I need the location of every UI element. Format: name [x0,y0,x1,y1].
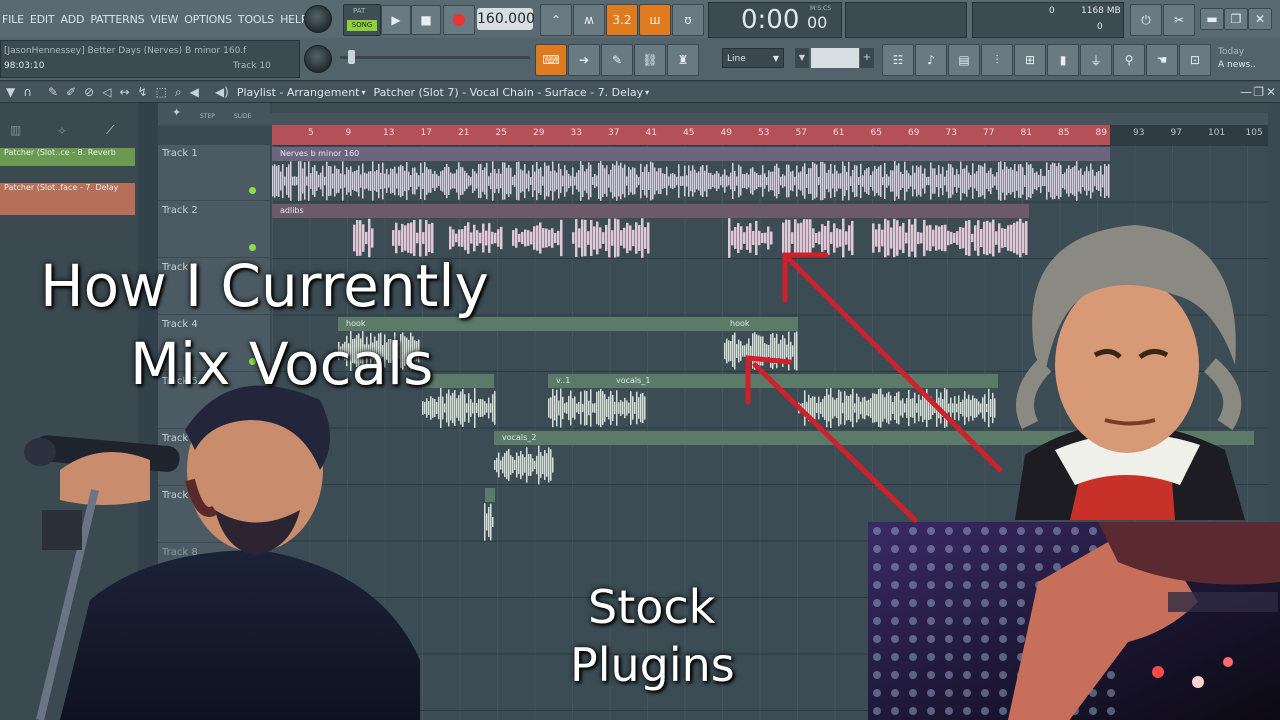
thumbnail-headline-1: How I Currently [40,252,489,320]
red-arrow [787,257,1003,473]
thumbnail-caption-2: Plugins [570,638,735,692]
thumbnail-caption-1: Stock [588,580,716,634]
thumbnail-headline-2: Mix Vocals [130,330,434,398]
red-arrow [752,362,918,523]
